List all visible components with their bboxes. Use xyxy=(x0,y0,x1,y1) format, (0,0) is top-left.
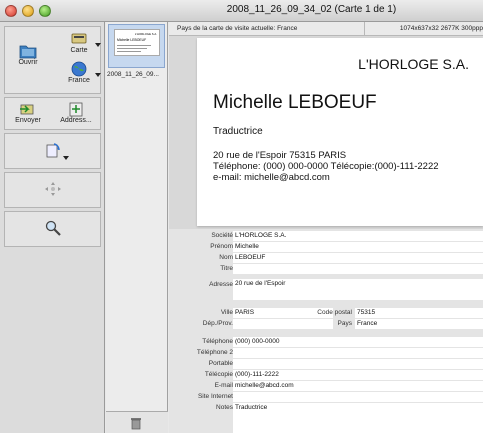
address-label: Address... xyxy=(60,117,92,124)
magnifier-icon xyxy=(44,220,62,236)
open-label: Ouvrir xyxy=(18,59,38,66)
titre-field[interactable] xyxy=(233,264,483,274)
thumbnail-card-image: L'HORLOGE S.A. Michelle LEBOEUF xyxy=(114,29,160,56)
dep-prov-label: Dép./Prov. xyxy=(202,320,233,327)
card-label: Carte xyxy=(70,47,88,54)
thumbnail-company: L'HORLOGE S.A. xyxy=(134,32,157,36)
address-book-icon xyxy=(67,101,85,117)
email-label: E-mail xyxy=(214,382,233,389)
title-bar: 2008_11_26_09_34_02 (Carte 1 de 1) xyxy=(0,0,483,22)
card-email-line: e-mail: michelle@abcd.com xyxy=(213,172,330,183)
telecopie-field[interactable]: (000)-111-2222 xyxy=(233,370,483,380)
send-label: Envoyer xyxy=(15,117,41,124)
dep-prov-field[interactable] xyxy=(233,319,333,329)
country-menu-arrow-icon xyxy=(95,73,101,77)
adresse-label: Adresse xyxy=(209,281,233,288)
site-label: Site Internet xyxy=(197,393,233,400)
rotate-icon xyxy=(44,142,62,158)
contact-form: Société L'HORLOGE S.A. Prénom Michelle N… xyxy=(169,229,483,433)
card-button[interactable]: Carte xyxy=(59,31,101,54)
move-arrows-icon xyxy=(44,181,62,197)
card-company: L'HORLOGE S.A. xyxy=(358,56,469,72)
thumbnail-list: L'HORLOGE S.A. Michelle LEBOEUF 2008_11_… xyxy=(106,22,168,433)
rotate-button-group xyxy=(4,133,101,169)
card-person-title: Traductrice xyxy=(213,126,263,137)
country-label: France xyxy=(68,77,90,84)
card-phone-line: Téléphone: (000) 000-0000 Télécopie:(000… xyxy=(213,161,439,172)
notes-field[interactable]: Traductrice xyxy=(233,403,483,433)
trash-icon xyxy=(130,416,142,433)
open-button[interactable]: Ouvrir xyxy=(9,43,47,66)
thumbnail-item[interactable]: L'HORLOGE S.A. Michelle LEBOEUF xyxy=(108,24,165,68)
telephone-label: Téléphone xyxy=(202,338,233,345)
code-postal-label: Code postal xyxy=(317,309,352,316)
current-country-text: Pays de la carte de visite actuelle: Fra… xyxy=(177,25,298,32)
zoom-button[interactable] xyxy=(43,220,63,236)
ville-label: Ville xyxy=(220,309,233,316)
titre-label: Titre xyxy=(220,265,233,272)
image-info-text: 1074x637x32 2677K 300ppp xyxy=(399,25,483,32)
card-menu-arrow-icon xyxy=(95,43,101,47)
nom-field[interactable]: LEBOEUF xyxy=(233,253,483,263)
info-bar: Pays de la carte de visite actuelle: Fra… xyxy=(169,22,483,36)
thumbnail-name: Michelle LEBOEUF xyxy=(117,38,147,42)
zoom-button-group xyxy=(4,211,101,247)
trash-button[interactable] xyxy=(106,411,168,433)
telephone2-field[interactable] xyxy=(233,348,483,358)
send-button[interactable]: Envoyer xyxy=(5,101,51,124)
move-button[interactable] xyxy=(43,181,63,197)
scanner-icon xyxy=(70,31,88,47)
nom-label: Nom xyxy=(219,254,233,261)
pays-label: Pays xyxy=(337,320,352,327)
societe-field[interactable]: L'HORLOGE S.A. xyxy=(233,231,483,241)
main-panel: Pays de la carte de visite actuelle: Fra… xyxy=(169,22,483,433)
notes-label: Notes xyxy=(216,404,233,411)
prenom-field[interactable]: Michelle xyxy=(233,242,483,252)
telephone2-label: Téléphone 2 xyxy=(196,349,233,356)
address-book-button[interactable]: Address... xyxy=(53,101,99,124)
thumbnail-label: 2008_11_26_09... xyxy=(107,71,159,78)
globe-icon xyxy=(70,61,88,77)
card-person-name: Michelle LEBOEUF xyxy=(213,92,377,113)
prenom-label: Prénom xyxy=(210,243,233,250)
pays-field[interactable]: France xyxy=(355,319,483,329)
toolbar: Ouvrir Carte France Envoyer Address... xyxy=(0,22,105,433)
country-button[interactable]: France xyxy=(59,61,101,84)
business-card-preview: L'HORLOGE S.A. Michelle LEBOEUF Traductr… xyxy=(197,38,483,226)
telecopie-label: Télécopie xyxy=(204,371,233,378)
adresse-field[interactable]: 20 rue de l'Espoir xyxy=(233,279,483,300)
move-button-group xyxy=(4,172,101,208)
telephone-field[interactable]: (000) 000-0000 xyxy=(233,337,483,347)
site-field[interactable] xyxy=(233,392,483,402)
rotate-menu-arrow-icon xyxy=(63,156,69,160)
window-title: 2008_11_26_09_34_02 (Carte 1 de 1) xyxy=(226,4,397,15)
portable-label: Portable xyxy=(208,360,233,367)
toolbar-group-send: Envoyer Address... xyxy=(4,97,101,130)
societe-label: Société xyxy=(211,232,233,239)
portable-field[interactable] xyxy=(233,359,483,369)
card-address-line: 20 rue de l'Espoir 75315 PARIS xyxy=(213,150,347,161)
email-field[interactable]: michelle@abcd.com xyxy=(233,381,483,391)
open-folder-icon xyxy=(19,43,37,59)
toolbar-group-main: Ouvrir Carte France xyxy=(4,26,101,94)
send-icon xyxy=(19,101,37,117)
code-postal-field[interactable]: 75315 xyxy=(355,308,483,318)
rotate-button[interactable] xyxy=(41,142,69,160)
